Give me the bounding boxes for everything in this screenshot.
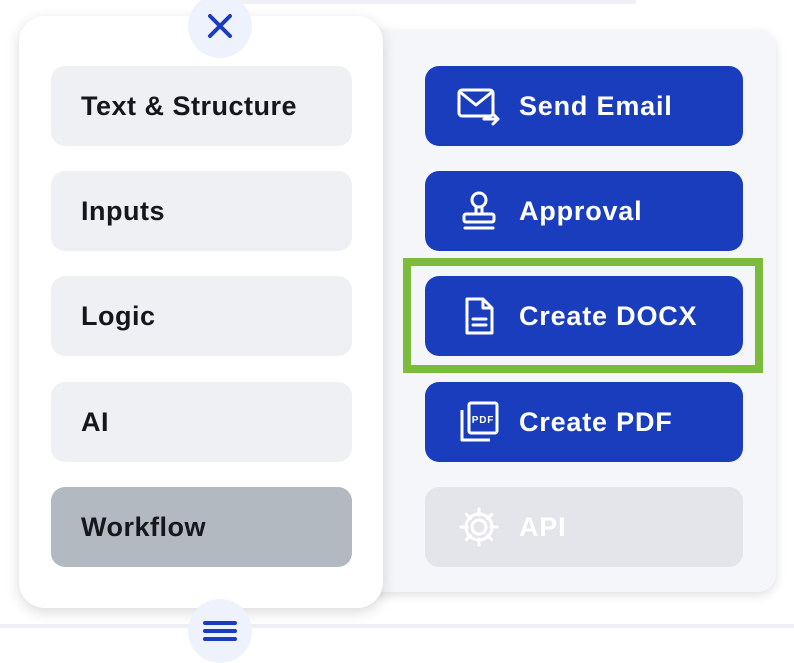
- create-pdf-button[interactable]: PDF Create PDF: [425, 382, 743, 462]
- menu-button[interactable]: [188, 599, 252, 663]
- highlight-outline: [403, 258, 763, 373]
- close-button[interactable]: [188, 0, 252, 58]
- category-label: Text & Structure: [81, 90, 298, 121]
- top-divider: [236, 0, 636, 4]
- category-label: Workflow: [81, 511, 206, 542]
- action-label: Send Email: [519, 90, 673, 121]
- api-button[interactable]: API: [425, 487, 743, 567]
- category-text-structure[interactable]: Text & Structure: [51, 66, 352, 146]
- category-inputs[interactable]: Inputs: [51, 171, 352, 251]
- gear-icon: [455, 503, 503, 551]
- pdf-icon: PDF: [455, 398, 503, 446]
- action-label: Approval: [519, 195, 643, 226]
- svg-text:PDF: PDF: [472, 415, 494, 426]
- category-label: AI: [81, 406, 109, 437]
- category-ai[interactable]: AI: [51, 382, 352, 462]
- category-logic[interactable]: Logic: [51, 276, 352, 356]
- hamburger-menu-icon: [203, 621, 237, 641]
- approval-button[interactable]: Approval: [425, 171, 743, 251]
- close-icon: [208, 14, 232, 38]
- category-label: Inputs: [81, 195, 165, 226]
- send-email-button[interactable]: Send Email: [425, 66, 743, 146]
- send-email-icon: [455, 82, 503, 130]
- category-label: Logic: [81, 300, 156, 331]
- bottom-divider: [0, 624, 794, 628]
- action-label: API: [519, 511, 567, 542]
- action-label: Create PDF: [519, 406, 673, 437]
- approval-stamp-icon: [455, 187, 503, 235]
- category-workflow[interactable]: Workflow: [51, 487, 352, 567]
